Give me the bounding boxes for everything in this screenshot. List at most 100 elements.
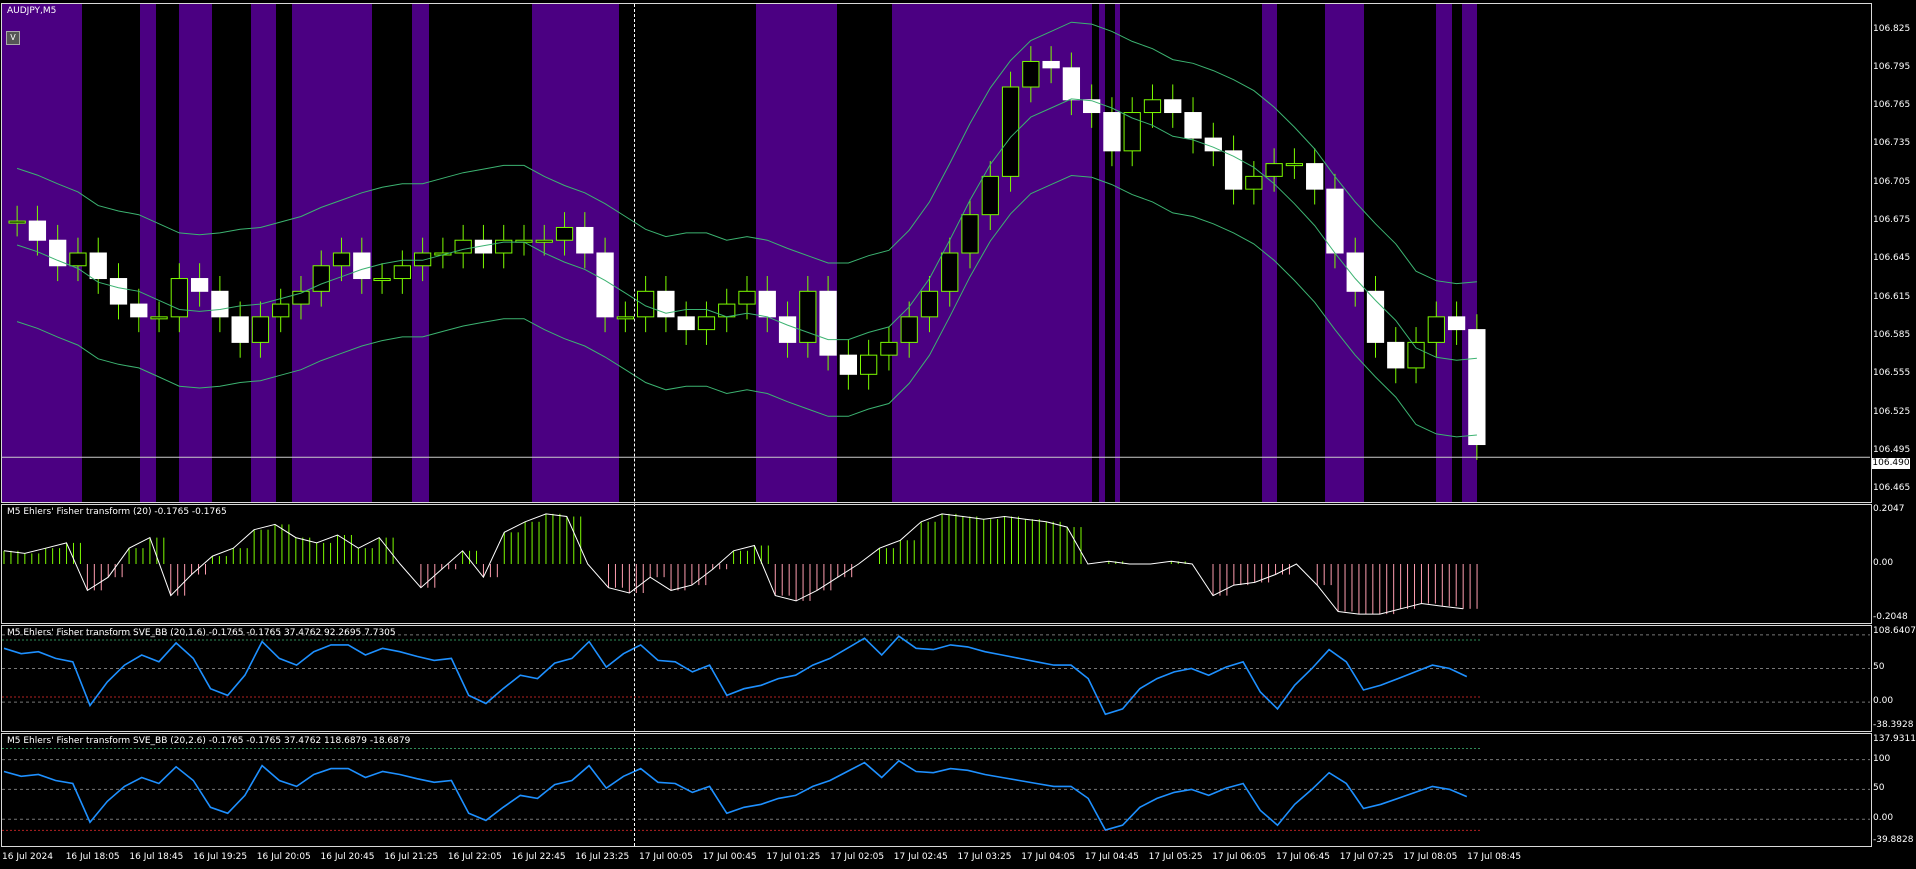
candle-body <box>89 252 107 280</box>
session-band <box>1099 4 1105 502</box>
time-label: 17 Jul 04:45 <box>1084 852 1139 862</box>
price-axis: 106.825 106.795 106.765 106.735 106.705 106.6… <box>1871 4 1916 502</box>
candle-body <box>150 316 168 320</box>
candle-body <box>677 316 695 331</box>
candle-body <box>251 316 270 343</box>
candle-body <box>1285 163 1304 167</box>
fisher-pane[interactable]: M5 Ehlers' Fisher transform (20) -0.1765… <box>2 505 1870 623</box>
candle-body <box>190 278 209 292</box>
candle-body <box>778 316 797 343</box>
candle-body <box>1164 99 1182 114</box>
candle-body <box>1366 290 1385 343</box>
candle-body <box>920 290 939 318</box>
candle-body <box>880 341 898 356</box>
candle-body <box>1245 175 1263 190</box>
price-tick: 106.555 <box>1873 368 1911 379</box>
sve1-label: M5 Ehlers' Fisher transform SVE_BB (20,1… <box>7 628 396 638</box>
candle-body <box>1265 163 1283 177</box>
fisher-axis: 0.2047 0.00 -0.2048 <box>1871 504 1916 623</box>
sve1-pane[interactable]: M5 Ehlers' Fisher transform SVE_BB (20,1… <box>2 626 1870 731</box>
time-label: 17 Jul 00:05 <box>639 852 693 862</box>
candle-body <box>373 278 391 282</box>
candle-body <box>1326 188 1344 254</box>
candle-body <box>28 220 47 241</box>
candle-body <box>961 214 979 254</box>
price-chart-canvas[interactable] <box>2 4 1870 502</box>
fisher-tick: -0.2048 <box>1873 612 1908 622</box>
candle-body <box>130 303 148 318</box>
candle-body <box>1042 60 1060 69</box>
candle-body <box>49 239 67 267</box>
time-label: 17 Jul 02:05 <box>830 852 885 862</box>
candle-body <box>1447 316 1466 331</box>
candle-body <box>819 290 837 356</box>
sve2-tick: 0.00 <box>1873 813 1894 824</box>
candle-body <box>839 354 858 375</box>
candle-body <box>1468 329 1486 446</box>
candle-body <box>616 316 634 320</box>
candle-body <box>900 316 918 343</box>
candle-body <box>231 316 249 343</box>
time-label: 17 Jul 06:05 <box>1212 852 1267 862</box>
v-button[interactable]: V <box>6 31 20 45</box>
fisher-label: M5 Ehlers' Fisher transform (20) -0.1765… <box>7 507 227 517</box>
time-label: 17 Jul 01:25 <box>766 852 821 862</box>
sve2-pane[interactable]: M5 Ehlers' Fisher transform SVE_BB (20,2… <box>2 734 1870 846</box>
time-label: 16 Jul 21:25 <box>384 852 439 862</box>
session-band <box>892 4 1092 502</box>
candle-body <box>535 239 553 243</box>
session-band <box>756 4 837 502</box>
candle-body <box>353 252 371 280</box>
sve2-tick: 100 <box>1873 753 1891 764</box>
crosshair-vertical <box>634 4 635 846</box>
time-label: 16 Jul 18:45 <box>129 852 184 862</box>
time-label: 16 Jul 22:05 <box>447 852 502 862</box>
session-band <box>1115 4 1120 502</box>
price-tick: 106.705 <box>1873 176 1911 187</box>
time-axis: 16 Jul 2024 16 Jul 18:05 16 Jul 18:45 16 Ju… <box>0 847 1870 869</box>
time-label: 16 Jul 2024 <box>2 852 53 862</box>
time-label: 17 Jul 05:25 <box>1148 852 1203 862</box>
price-chart-pane[interactable]: AUDJPY,M5 V <box>2 4 1870 502</box>
candle-body <box>941 252 959 292</box>
session-band <box>179 4 212 502</box>
time-label: 16 Jul 20:45 <box>320 852 375 862</box>
candle-body <box>1204 137 1222 152</box>
fisher-tick: 0.2047 <box>1873 504 1905 514</box>
symbol-label: AUDJPY,M5 <box>7 6 57 16</box>
bollinger-upper <box>16 21 1477 285</box>
candle-body <box>1427 316 1445 343</box>
session-band <box>1262 4 1277 502</box>
sve2-axis: 137.9311 100 50 0.00 -39.8828 <box>1871 734 1916 846</box>
price-tick: 106.645 <box>1873 253 1911 264</box>
sve2-label: M5 Ehlers' Fisher transform SVE_BB (20,2… <box>7 736 411 746</box>
time-label: 16 Jul 23:25 <box>575 852 630 862</box>
candle-body <box>1083 99 1101 114</box>
time-label: 16 Jul 22:45 <box>511 852 566 862</box>
fisher-line <box>3 513 1464 615</box>
sve1-plot <box>2 634 1870 716</box>
price-tick: 106.795 <box>1873 61 1911 72</box>
session-band <box>1436 4 1452 502</box>
candle-body <box>1103 112 1121 152</box>
price-tick: 106.465 <box>1873 483 1911 494</box>
candle-body <box>860 354 878 375</box>
candle-body <box>576 226 594 254</box>
price-tick: 106.495 <box>1873 444 1911 455</box>
time-label: 16 Jul 18:05 <box>65 852 120 862</box>
candle-body <box>69 252 87 267</box>
candle-body <box>1062 67 1081 101</box>
time-label: 17 Jul 02:45 <box>893 852 948 862</box>
candle-body <box>170 278 188 318</box>
candle-body <box>758 290 776 318</box>
candle-body <box>1306 163 1324 190</box>
time-label: 16 Jul 20:05 <box>256 852 311 862</box>
candle-body <box>1407 341 1425 369</box>
candle-body <box>312 265 330 292</box>
candle-body <box>596 252 614 318</box>
session-band <box>251 4 276 502</box>
candle-body <box>413 252 432 267</box>
candle-body <box>636 290 655 318</box>
time-label: 17 Jul 00:45 <box>702 852 757 862</box>
candle-body <box>555 226 574 241</box>
